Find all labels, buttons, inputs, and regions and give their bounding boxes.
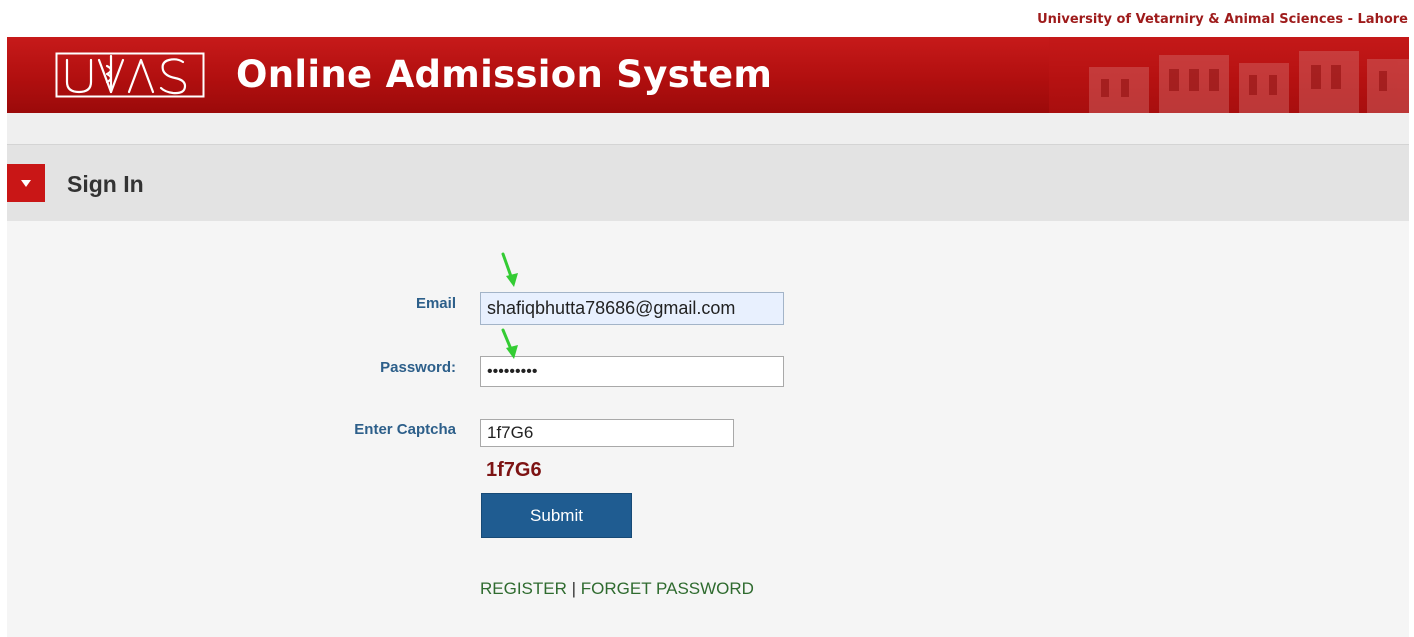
app-title: Online Admission System xyxy=(236,53,773,96)
header-strip xyxy=(7,113,1409,145)
section-toggle-button[interactable] xyxy=(7,164,45,202)
captcha-image-text: 1f7G6 xyxy=(486,459,542,481)
account-links: REGISTER | FORGET PASSWORD xyxy=(480,579,754,599)
section-title: Sign In xyxy=(67,171,144,197)
forget-password-link[interactable]: FORGET PASSWORD xyxy=(581,579,754,598)
link-separator: | xyxy=(571,579,577,598)
sign-in-section-header: Sign In xyxy=(7,145,1409,221)
header-banner: Online Admission System xyxy=(7,37,1409,113)
password-field[interactable] xyxy=(480,356,784,387)
captcha-input[interactable] xyxy=(480,419,734,447)
annotation-arrow-icon xyxy=(501,252,518,287)
annotation-arrow-icon xyxy=(501,328,518,359)
page: University of Vetarniry & Animal Science… xyxy=(0,0,1414,637)
captcha-label: Enter Captcha xyxy=(354,421,456,438)
register-link[interactable]: REGISTER xyxy=(480,579,567,598)
password-label: Password: xyxy=(380,359,456,376)
email-label: Email xyxy=(415,295,456,312)
email-field[interactable] xyxy=(480,292,784,325)
triangle-down-icon xyxy=(21,179,31,187)
building-image xyxy=(1049,37,1409,113)
uvas-logo xyxy=(55,52,205,98)
university-name: University of Vetarniry & Animal Science… xyxy=(1037,12,1408,27)
submit-button[interactable]: Submit xyxy=(481,493,632,538)
